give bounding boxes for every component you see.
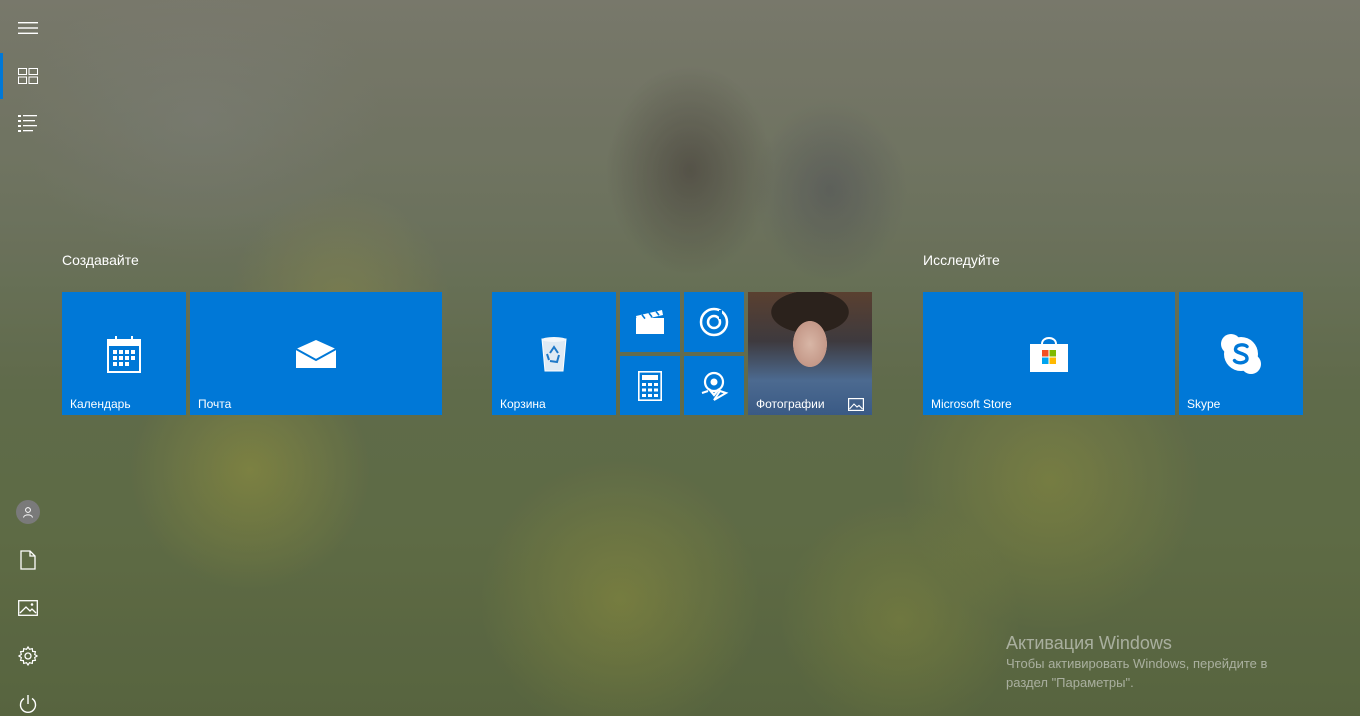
windows-activation-watermark: Активация Windows Чтобы активировать Win…	[1006, 633, 1326, 692]
group-title-create[interactable]: Создавайте	[62, 252, 139, 268]
settings-gear-icon	[18, 646, 38, 666]
tile-recycle-bin[interactable]: Корзина	[492, 292, 616, 415]
tile-label: Microsoft Store	[931, 397, 1012, 411]
tile-mail[interactable]: Почта	[190, 292, 442, 415]
all-apps-button[interactable]	[0, 100, 56, 146]
user-account-button[interactable]	[0, 489, 56, 535]
tile-microsoft-store[interactable]: Microsoft Store	[923, 292, 1175, 415]
groove-music-icon	[699, 307, 729, 337]
tile-label: Почта	[198, 397, 232, 411]
tile-label: Корзина	[500, 397, 546, 411]
activation-line1: Чтобы активировать Windows, перейдите в	[1006, 656, 1268, 671]
pinned-tiles-icon	[18, 68, 38, 84]
calendar-icon	[107, 335, 141, 373]
activation-title: Активация Windows	[1006, 633, 1172, 653]
power-icon	[19, 695, 37, 713]
tile-calendar[interactable]: Календарь	[62, 292, 186, 415]
tile-maps[interactable]	[684, 356, 744, 415]
start-left-rail	[0, 0, 56, 716]
maps-icon	[701, 371, 729, 401]
all-apps-list-icon	[18, 115, 37, 132]
tile-skype[interactable]: Skype	[1179, 292, 1303, 415]
documents-button[interactable]	[0, 537, 56, 583]
documents-icon	[20, 550, 36, 570]
tile-groove-music[interactable]	[684, 292, 744, 352]
recycle-bin-icon	[541, 336, 567, 371]
group-title-explore[interactable]: Исследуйте	[923, 252, 1000, 268]
calculator-icon	[638, 370, 662, 401]
store-bag-icon	[1030, 336, 1068, 372]
tile-label: Календарь	[70, 397, 131, 411]
pinned-tiles-button[interactable]	[0, 53, 56, 99]
tile-calculator[interactable]	[620, 356, 680, 415]
tile-label: Фотографии	[756, 397, 825, 411]
activation-line2: раздел "Параметры".	[1006, 675, 1134, 690]
hamburger-menu-icon	[18, 22, 38, 34]
tile-label: Skype	[1187, 397, 1221, 411]
pictures-icon	[18, 600, 38, 616]
mail-icon	[296, 339, 336, 368]
skype-icon	[1221, 333, 1261, 374]
tile-photos[interactable]: Фотографии	[748, 292, 872, 415]
hamburger-menu-button[interactable]	[0, 5, 56, 51]
user-account-icon	[16, 500, 40, 524]
photos-icon	[848, 398, 864, 411]
movies-tv-icon	[636, 310, 664, 334]
start-screen: Создавайте Исследуйте Календарь Почта Ко…	[0, 0, 1360, 716]
pictures-button[interactable]	[0, 585, 56, 631]
settings-button[interactable]	[0, 633, 56, 679]
power-button[interactable]	[0, 681, 56, 716]
tile-movies-tv[interactable]	[620, 292, 680, 352]
